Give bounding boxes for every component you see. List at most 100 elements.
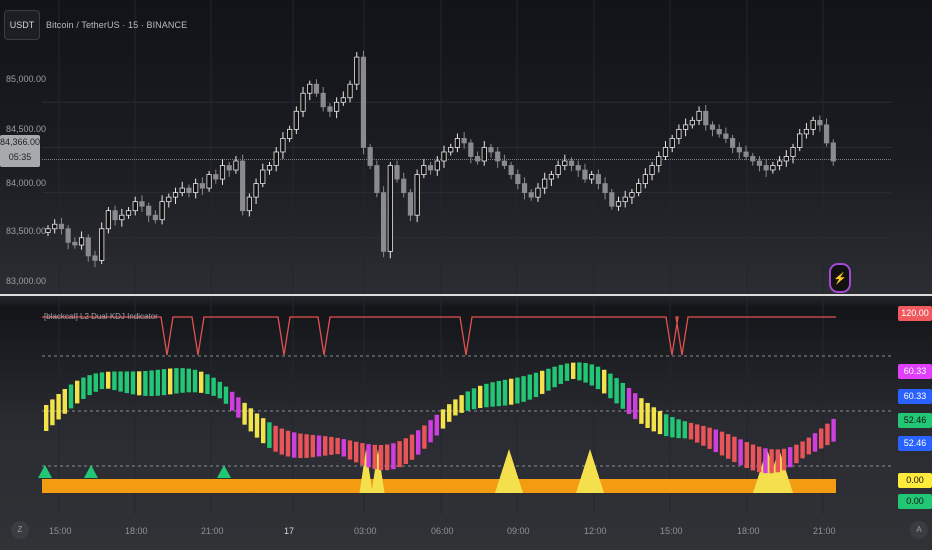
kdj-histogram-bar (360, 443, 365, 466)
current-price-value: 84,366.00 (0, 137, 41, 147)
kdj-histogram-bar (626, 388, 632, 415)
candle-down (488, 147, 494, 153)
kdj-histogram-bar (130, 371, 136, 395)
kdj-histogram-bar (248, 408, 253, 432)
kdj-histogram-bar (310, 434, 315, 458)
kdj-histogram-bar (261, 418, 266, 444)
candle-down (85, 237, 91, 257)
kdj-histogram-bar (484, 383, 489, 408)
kdj-histogram-bar (775, 449, 780, 473)
candle-down (427, 165, 434, 171)
candle-up (562, 160, 568, 166)
kdj-histogram-bar (589, 364, 594, 386)
candle-down (240, 160, 246, 212)
candle-up (676, 128, 682, 139)
candle-down (72, 241, 78, 246)
kdj-histogram-bar (230, 391, 235, 411)
candle-down (474, 156, 481, 162)
kdj-histogram-bar (168, 368, 173, 395)
indicator-title[interactable]: [blackcat] L2 Dual KDJ Indicator (44, 312, 158, 321)
kdj-histogram-bar (223, 386, 229, 404)
chart-canvas[interactable] (0, 0, 932, 550)
candle-down (394, 165, 400, 180)
candle-up (260, 169, 266, 184)
kdj-histogram-bar (602, 369, 607, 394)
candle-up (287, 128, 293, 139)
kdj-histogram-bar (316, 435, 322, 457)
indicator-value-5: 0.00 (898, 473, 932, 488)
candle-up (307, 83, 313, 94)
kdj-histogram-bar (496, 380, 501, 407)
kdj-histogram-bar (750, 444, 756, 471)
candle-up (683, 124, 689, 130)
candle-down (139, 201, 145, 207)
kdj-histogram-bar (744, 442, 749, 469)
candle-up (172, 192, 179, 198)
kdj-histogram-bar (614, 378, 619, 404)
kdj-histogram-bar (620, 382, 625, 409)
kdj-histogram-bar (533, 372, 539, 397)
kdj-histogram-bar (521, 376, 526, 402)
indicator-value-3: 52.46 (898, 413, 932, 428)
candle-up (273, 151, 279, 166)
kdj-histogram-bar (651, 407, 656, 432)
candle-up (300, 92, 306, 112)
time-label: 06:00 (431, 526, 454, 536)
kdj-histogram-bar (347, 440, 353, 460)
kdj-histogram-bar (304, 434, 309, 458)
candle-down (152, 214, 158, 221)
candle-up (414, 174, 420, 216)
candle-up (219, 165, 226, 180)
candle-down (703, 110, 709, 126)
kdj-histogram-bar (391, 443, 396, 470)
kdj-histogram-bar (242, 402, 247, 425)
candle-down (609, 192, 615, 207)
kdj-histogram-bar (341, 439, 346, 457)
timezone-icon[interactable]: Z (11, 521, 29, 539)
kdj-histogram-bar (825, 423, 830, 446)
kdj-histogram-bar (434, 414, 439, 436)
kdj-histogram-bar (515, 377, 520, 404)
symbol-badge[interactable]: USDT (4, 10, 40, 40)
price-label-84000: 84,000.00 (6, 178, 47, 188)
kdj-histogram-bar (422, 425, 427, 449)
kdj-histogram-bar (676, 419, 681, 439)
candle-up (776, 160, 783, 166)
kdj-histogram-bar (335, 437, 340, 455)
indicator-value-6: 0.00 (898, 494, 932, 509)
auto-scale-icon[interactable]: A (910, 521, 928, 539)
kdj-histogram-bar (540, 370, 545, 394)
lightning-icon[interactable]: ⚡ (829, 263, 851, 293)
pane-separator[interactable] (0, 294, 932, 296)
candle-up (662, 147, 669, 157)
kdj-histogram-bar (81, 377, 86, 399)
candle-up (454, 138, 461, 148)
kdj-histogram-bar (93, 373, 98, 392)
candle-up (622, 196, 628, 203)
kdj-histogram-bar (800, 441, 805, 459)
kdj-histogram-bar (186, 368, 191, 393)
kdj-histogram-bar (397, 441, 402, 468)
candle-up (266, 165, 273, 171)
indicator-value-2: 60.33 (898, 389, 932, 404)
kdj-histogram-bar (440, 409, 446, 429)
kdj-histogram-bar (118, 371, 123, 392)
kdj-histogram-bar (124, 371, 129, 394)
indicator-value-1: 60.33 (898, 364, 932, 379)
kdj-histogram-bar (657, 411, 663, 435)
time-label: 15:00 (49, 526, 72, 536)
kdj-histogram-bar (285, 430, 291, 457)
candle-up (689, 119, 695, 126)
kdj-histogram-bar (769, 449, 774, 474)
candle-down (582, 169, 588, 180)
candle-down (756, 160, 763, 166)
kdj-histogram-bar (106, 371, 111, 389)
candle-up (421, 165, 427, 175)
kdj-histogram-bar (608, 373, 613, 399)
candle-down (528, 192, 534, 198)
kdj-histogram-bar (459, 395, 464, 413)
candle-up (233, 160, 239, 171)
candle-up (105, 210, 112, 230)
kdj-histogram-bar (323, 436, 328, 456)
kdj-histogram-bar (564, 363, 570, 381)
